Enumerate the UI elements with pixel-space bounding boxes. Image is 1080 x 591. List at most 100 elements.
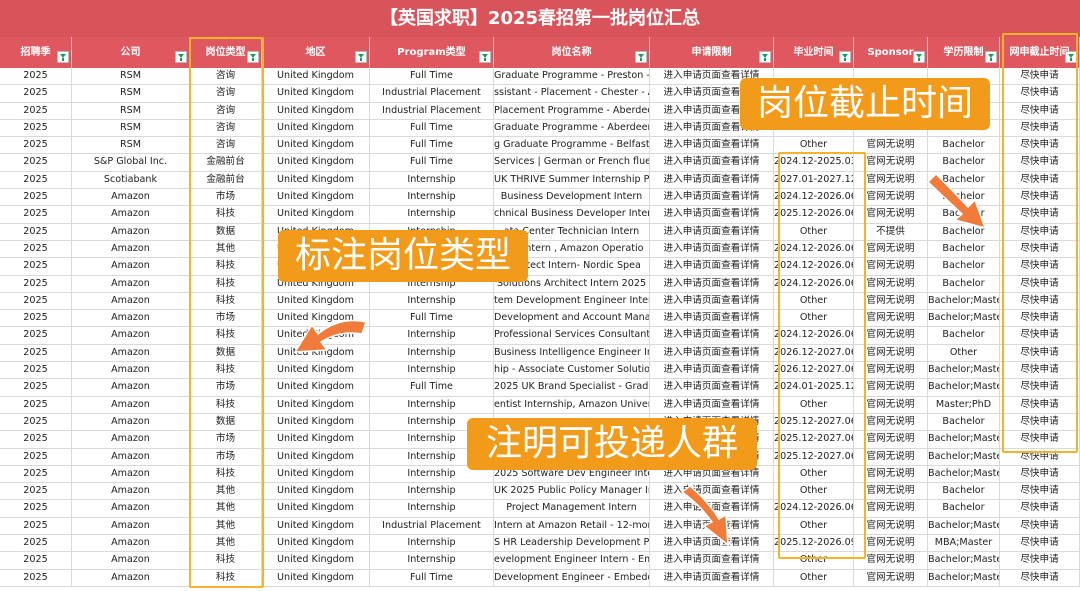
table-cell[interactable]: United Kingdom bbox=[262, 448, 370, 466]
table-cell[interactable]: Amazon bbox=[72, 258, 190, 276]
table-cell[interactable]: ssistant - Placement - Chester - Augu bbox=[494, 85, 650, 103]
table-cell[interactable]: 进入申请页面查看详情 bbox=[650, 189, 774, 207]
table-cell[interactable]: 2025 bbox=[0, 396, 72, 414]
table-cell[interactable]: 2025 bbox=[0, 448, 72, 466]
table-cell[interactable]: RSM bbox=[72, 137, 190, 155]
table-cell[interactable]: Internship bbox=[370, 327, 494, 345]
table-cell[interactable]: Placement Programme - Aberdeen - A bbox=[494, 102, 650, 120]
table-cell[interactable]: Bachelor;Master bbox=[928, 552, 1000, 570]
table-cell[interactable]: 2025 bbox=[0, 240, 72, 259]
table-cell[interactable]: 进入申请页面查看详情 bbox=[650, 223, 774, 241]
table-cell[interactable]: United Kingdom bbox=[262, 535, 370, 553]
table-cell[interactable]: Bachelor bbox=[928, 483, 1000, 501]
table-cell[interactable]: Graduate Programme - Aberdeen - A bbox=[494, 119, 650, 138]
table-cell[interactable]: United Kingdom bbox=[262, 137, 370, 155]
table-cell[interactable]: tem Development Engineer Intern - 1 bbox=[494, 292, 650, 311]
table-cell[interactable]: 2025 bbox=[0, 344, 72, 363]
table-cell[interactable]: Internship bbox=[370, 292, 494, 311]
table-cell[interactable]: Services | German or French fluent bbox=[494, 154, 650, 172]
table-cell[interactable]: Bachelor bbox=[928, 223, 1000, 241]
table-cell[interactable]: 2025 bbox=[0, 327, 72, 345]
table-cell[interactable]: Full Time bbox=[370, 310, 494, 328]
table-cell[interactable]: RSM bbox=[72, 68, 190, 86]
table-cell[interactable]: 进入申请页面查看详情 bbox=[650, 154, 774, 172]
table-cell[interactable]: 进入申请页面查看详情 bbox=[650, 517, 774, 536]
table-cell[interactable]: 官网无说明 bbox=[854, 569, 928, 587]
table-cell[interactable]: 进入申请页面查看详情 bbox=[650, 483, 774, 501]
table-cell[interactable]: 2025 bbox=[0, 310, 72, 328]
filter-icon[interactable] bbox=[479, 51, 491, 63]
table-cell[interactable]: Amazon bbox=[72, 275, 190, 293]
table-cell[interactable]: 进入申请页面查看详情 bbox=[650, 292, 774, 311]
table-cell[interactable]: Full Time bbox=[370, 68, 494, 86]
table-cell[interactable]: Bachelor bbox=[928, 500, 1000, 518]
table-cell[interactable]: 进入申请页面查看详情 bbox=[650, 206, 774, 224]
table-cell[interactable]: 尽快申请 bbox=[1000, 535, 1080, 553]
table-cell[interactable]: 2025 bbox=[0, 431, 72, 449]
table-cell[interactable]: Full Time bbox=[370, 569, 494, 587]
table-cell[interactable]: Bachelor bbox=[928, 189, 1000, 207]
table-cell[interactable]: Internship bbox=[370, 552, 494, 570]
table-cell[interactable]: 进入申请页面查看详情 bbox=[650, 500, 774, 518]
table-cell[interactable]: 尽快申请 bbox=[1000, 552, 1080, 570]
table-cell[interactable]: United Kingdom bbox=[262, 431, 370, 449]
table-cell[interactable]: 2025 bbox=[0, 362, 72, 380]
table-cell[interactable]: 2025 bbox=[0, 535, 72, 553]
table-cell[interactable]: 2025 bbox=[0, 119, 72, 138]
table-cell[interactable]: S HR Leadership Development Prog bbox=[494, 535, 650, 553]
table-cell[interactable]: Amazon bbox=[72, 396, 190, 414]
table-cell[interactable]: Amazon bbox=[72, 413, 190, 432]
table-cell[interactable]: Amazon bbox=[72, 240, 190, 259]
table-cell[interactable]: 2025 bbox=[0, 465, 72, 484]
table-cell[interactable]: 进入申请页面查看详情 bbox=[650, 379, 774, 397]
table-cell[interactable]: Bachelor bbox=[928, 413, 1000, 432]
table-cell[interactable]: Other bbox=[774, 569, 854, 587]
table-cell[interactable]: Amazon bbox=[72, 500, 190, 518]
table-cell[interactable]: Bachelor;Master bbox=[928, 379, 1000, 397]
table-cell[interactable]: Amazon bbox=[72, 362, 190, 380]
table-cell[interactable]: United Kingdom bbox=[262, 517, 370, 536]
table-cell[interactable]: 2025 bbox=[0, 154, 72, 172]
table-cell[interactable]: Bachelor bbox=[928, 171, 1000, 190]
table-cell[interactable]: Internship bbox=[370, 535, 494, 553]
table-cell[interactable]: 2025 bbox=[0, 137, 72, 155]
table-cell[interactable]: UK THRIVE Summer Internship Prog bbox=[494, 171, 650, 190]
table-cell[interactable]: Bachelor;Master bbox=[928, 310, 1000, 328]
table-cell[interactable]: United Kingdom bbox=[262, 413, 370, 432]
table-cell[interactable]: United Kingdom bbox=[262, 189, 370, 207]
table-cell[interactable]: Internship bbox=[370, 206, 494, 224]
table-cell[interactable]: United Kingdom bbox=[262, 500, 370, 518]
table-cell[interactable]: 2025 UK Brand Specialist - Graduate bbox=[494, 379, 650, 397]
table-cell[interactable]: 2025 bbox=[0, 483, 72, 501]
table-cell[interactable]: Full Time bbox=[370, 379, 494, 397]
table-cell[interactable]: 2025 bbox=[0, 275, 72, 293]
table-cell[interactable]: Amazon bbox=[72, 483, 190, 501]
table-cell[interactable]: Amazon bbox=[72, 517, 190, 536]
table-cell[interactable]: United Kingdom bbox=[262, 85, 370, 103]
table-cell[interactable]: United Kingdom bbox=[262, 292, 370, 311]
table-cell[interactable]: Amazon bbox=[72, 223, 190, 241]
table-cell[interactable]: United Kingdom bbox=[262, 154, 370, 172]
table-cell[interactable]: 进入申请页面查看详情 bbox=[650, 310, 774, 328]
table-cell[interactable]: 2025 bbox=[0, 517, 72, 536]
table-cell[interactable]: Project Management Intern bbox=[494, 500, 650, 518]
table-cell[interactable]: RSM bbox=[72, 102, 190, 120]
table-cell[interactable]: Professional Services Consultant In bbox=[494, 327, 650, 345]
table-cell[interactable]: RSM bbox=[72, 85, 190, 103]
table-cell[interactable]: Full Time bbox=[370, 119, 494, 138]
table-cell[interactable]: Industrial Placement bbox=[370, 517, 494, 536]
table-cell[interactable]: United Kingdom bbox=[262, 171, 370, 190]
table-cell[interactable]: entist Internship, Amazon University bbox=[494, 396, 650, 414]
table-cell[interactable]: Bachelor;Master bbox=[928, 448, 1000, 466]
filter-icon[interactable] bbox=[839, 51, 851, 63]
table-cell[interactable]: 2025 bbox=[0, 171, 72, 190]
table-cell[interactable]: United Kingdom bbox=[262, 344, 370, 363]
table-cell[interactable]: 2025 bbox=[0, 569, 72, 587]
table-cell[interactable]: Internship bbox=[370, 189, 494, 207]
table-cell[interactable]: 进入申请页面查看详情 bbox=[650, 258, 774, 276]
table-cell[interactable]: 尽快申请 bbox=[1000, 500, 1080, 518]
table-cell[interactable]: 2025 bbox=[0, 206, 72, 224]
table-cell[interactable]: 2025 bbox=[0, 500, 72, 518]
table-cell[interactable]: Bachelor bbox=[928, 327, 1000, 345]
table-cell[interactable]: Full Time bbox=[370, 137, 494, 155]
